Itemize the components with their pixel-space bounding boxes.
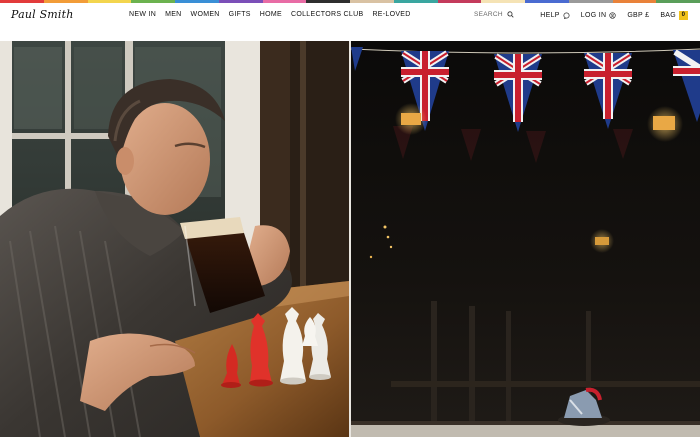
bag-link[interactable]: BAG 0: [660, 11, 688, 20]
nav-item-collectors-club[interactable]: COLLECTORS CLUB: [291, 11, 363, 18]
bag-label: BAG: [660, 12, 676, 19]
search-label: SEARCH: [474, 11, 503, 18]
site-header: Paul Smith NEW IN MEN WOMEN GIFTS HOME C…: [0, 3, 700, 41]
nav-item-home[interactable]: HOME: [260, 11, 282, 18]
chat-icon: [563, 12, 570, 19]
hero-image-right[interactable]: [351, 41, 700, 437]
nav-item-new-in[interactable]: NEW IN: [129, 11, 156, 18]
nav-item-women[interactable]: WOMEN: [191, 11, 220, 18]
nav-item-men[interactable]: MEN: [165, 11, 181, 18]
nav-item-re-loved[interactable]: RE-LOVED: [372, 11, 410, 18]
user-icon: [609, 12, 616, 19]
bag-count-badge: 0: [679, 11, 688, 20]
search-button[interactable]: SEARCH: [474, 11, 514, 18]
currency-label: GBP £: [627, 12, 650, 19]
hero-banner: [0, 41, 700, 437]
hero-image-left[interactable]: [0, 41, 349, 437]
search-icon: [507, 11, 514, 18]
help-label: HELP: [540, 12, 560, 19]
help-link[interactable]: HELP: [540, 12, 570, 19]
nav-item-gifts[interactable]: GIFTS: [229, 11, 251, 18]
brand-logo[interactable]: Paul Smith: [11, 8, 74, 21]
man-drinking-image: [0, 41, 349, 437]
login-label: LOG IN: [580, 12, 607, 19]
utility-nav: HELP LOG IN GBP £ BAG 0: [540, 11, 688, 20]
currency-selector[interactable]: GBP £: [627, 12, 649, 19]
main-nav: NEW IN MEN WOMEN GIFTS HOME COLLECTORS C…: [129, 11, 411, 18]
login-link[interactable]: LOG IN: [581, 12, 617, 19]
pub-interior-image: [351, 41, 700, 437]
